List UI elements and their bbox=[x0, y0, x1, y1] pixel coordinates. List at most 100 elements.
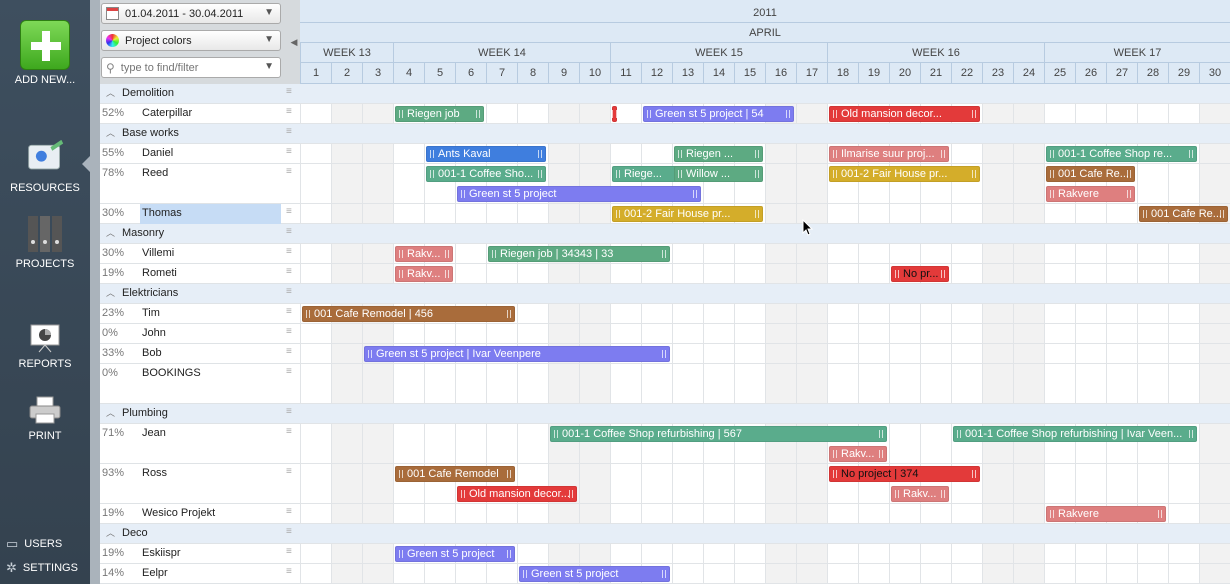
booking-bar[interactable]: Ilmarise suur proj... bbox=[829, 146, 949, 162]
booking-bar[interactable]: 001-1 Coffee Shop refurbishing | 567 bbox=[550, 426, 887, 442]
booking-bar[interactable]: Riegen job | 34343 | 33 bbox=[488, 246, 670, 262]
booking-bar[interactable]: 001-1 Coffee Shop refurbishing | Ivar Ve… bbox=[953, 426, 1197, 442]
row-menu-icon[interactable]: ≡ bbox=[286, 206, 292, 217]
row-menu-icon[interactable]: ≡ bbox=[286, 306, 292, 317]
collapse-chevron-icon[interactable]: ︿ bbox=[106, 126, 115, 139]
day-header: 5 bbox=[424, 63, 455, 83]
group-band bbox=[300, 404, 1230, 424]
row-menu-icon[interactable]: ≡ bbox=[286, 466, 292, 477]
collapse-chevron-icon[interactable]: ︿ bbox=[106, 286, 115, 299]
row-menu-icon[interactable]: ≡ bbox=[286, 326, 292, 337]
day-row: 1 2 3 4 5 6 7 8 9 10 11 12 13 14 15 16 17 18 19 20 21 22 23 24 2… bbox=[300, 63, 1230, 84]
add-new-button[interactable]: ADD NEW... bbox=[0, 20, 90, 86]
calendar-icon bbox=[106, 7, 119, 20]
booking-bar[interactable]: Rakv... bbox=[829, 446, 887, 462]
group-band bbox=[300, 224, 1230, 244]
booking-bar[interactable]: No pr... bbox=[891, 266, 949, 282]
row-separator bbox=[300, 363, 1230, 364]
nav-settings[interactable]: ✲ SETTINGS bbox=[6, 560, 78, 576]
booking-bar[interactable]: Old mansion decor... bbox=[829, 106, 980, 122]
booking-bar[interactable]: 001-1 Coffee Shop re... bbox=[1046, 146, 1197, 162]
booking-bar[interactable]: 001-2 Fair House pr... bbox=[829, 166, 980, 182]
row-menu-icon[interactable]: ≡ bbox=[286, 346, 292, 357]
row-menu-icon[interactable]: ≡ bbox=[286, 126, 292, 137]
booking-bar[interactable]: Rakvere bbox=[1046, 186, 1135, 202]
booking-bar[interactable]: Riegen ... bbox=[674, 146, 763, 162]
row-menu-icon[interactable]: ≡ bbox=[286, 106, 292, 117]
week-header: WEEK 17 bbox=[1044, 43, 1230, 63]
booking-bar[interactable]: Riegen job bbox=[395, 106, 484, 122]
filter-input[interactable] bbox=[120, 61, 261, 74]
booking-bar[interactable]: Rakvere bbox=[1046, 506, 1166, 522]
row-menu-icon[interactable]: ≡ bbox=[286, 226, 292, 237]
day-column bbox=[796, 84, 827, 584]
nav-print[interactable]: PRINT bbox=[0, 394, 90, 442]
row-menu-icon[interactable]: ≡ bbox=[286, 266, 292, 277]
day-header: 7 bbox=[486, 63, 517, 83]
booking-bar[interactable]: 001 Cafe Remodel | 456 bbox=[302, 306, 515, 322]
booking-bar[interactable]: Green st 5 project | 54 bbox=[643, 106, 794, 122]
booking-bar[interactable]: Green st 5 project bbox=[457, 186, 701, 202]
booking-bar[interactable]: Rakv... bbox=[395, 246, 453, 262]
row-menu-icon[interactable]: ≡ bbox=[286, 366, 292, 377]
booking-bar[interactable]: Rakv... bbox=[395, 266, 453, 282]
row-menu-icon[interactable]: ≡ bbox=[286, 406, 292, 417]
date-range-dropdown[interactable]: 01.04.2011 - 30.04.2011 ▼ bbox=[101, 3, 281, 24]
row-menu-icon[interactable]: ≡ bbox=[286, 566, 292, 577]
resource-name: BOOKINGS bbox=[142, 367, 201, 379]
row-menu-icon[interactable]: ≡ bbox=[286, 86, 292, 97]
day-header: 16 bbox=[765, 63, 796, 83]
row-menu-icon[interactable]: ≡ bbox=[286, 246, 292, 257]
booking-bar[interactable]: 001-1 Coffee Sho... bbox=[426, 166, 546, 182]
utilization-percent: 33% bbox=[102, 347, 125, 359]
day-header: 2 bbox=[331, 63, 362, 83]
day-header: 6 bbox=[455, 63, 486, 83]
booking-bar[interactable] bbox=[612, 106, 617, 122]
row-menu-icon[interactable]: ≡ bbox=[286, 286, 292, 297]
nav-users[interactable]: ▭ USERS bbox=[6, 536, 62, 552]
utilization-percent: 93% bbox=[102, 467, 125, 479]
plus-icon bbox=[20, 20, 70, 70]
collapse-chevron-icon[interactable]: ︿ bbox=[106, 406, 115, 419]
booking-bar[interactable]: Rakv... bbox=[891, 486, 949, 502]
group-band bbox=[300, 284, 1230, 304]
resource-name: Thomas bbox=[142, 207, 182, 219]
booking-bar[interactable]: No project | 374 bbox=[829, 466, 980, 482]
schedule-grid: ︿ Demolition ≡ 52% Caterpillar ≡ ︿ Base works ≡ 5… bbox=[100, 84, 1230, 584]
filter-field[interactable]: ⚲ ▼ bbox=[101, 57, 281, 78]
collapse-chevron-icon[interactable]: ︿ bbox=[106, 226, 115, 239]
row-menu-icon[interactable]: ≡ bbox=[286, 506, 292, 517]
nav-projects[interactable]: PROJECTS bbox=[0, 214, 90, 270]
day-header: 14 bbox=[703, 63, 734, 83]
color-wheel-icon bbox=[106, 34, 119, 47]
month-label: APRIL bbox=[300, 23, 1230, 43]
booking-bar[interactable]: 001-2 Fair House pr... bbox=[612, 206, 763, 222]
booking-bar[interactable]: Green st 5 project bbox=[519, 566, 670, 582]
timeline-grid[interactable]: Riegen job Green st 5 project | 54 Old man… bbox=[300, 84, 1230, 584]
row-menu-icon[interactable]: ≡ bbox=[286, 526, 292, 537]
booking-bar[interactable]: Green st 5 project | Ivar Veenpere bbox=[364, 346, 670, 362]
booking-bar[interactable]: Green st 5 project bbox=[395, 546, 515, 562]
day-header: 25 bbox=[1044, 63, 1075, 83]
collapse-panel-button[interactable]: ◀ bbox=[288, 0, 300, 84]
row-separator bbox=[300, 203, 1230, 204]
booking-bar[interactable]: Willow ... bbox=[674, 166, 763, 182]
booking-bar[interactable]: Old mansion decor... bbox=[457, 486, 577, 502]
nav-resources[interactable]: RESOURCES bbox=[0, 138, 90, 194]
booking-bar[interactable]: Ants Kaval bbox=[426, 146, 546, 162]
resource-name: Wesico Projekt bbox=[142, 507, 216, 519]
collapse-chevron-icon[interactable]: ︿ bbox=[106, 526, 115, 539]
booking-bar[interactable]: 001 Cafe Remodel bbox=[395, 466, 515, 482]
day-column bbox=[951, 84, 982, 584]
nav-reports[interactable]: REPORTS bbox=[0, 322, 90, 370]
booking-bar[interactable]: 001 Cafe Re... bbox=[1139, 206, 1228, 222]
color-mode-dropdown[interactable]: Project colors ▼ bbox=[101, 30, 281, 51]
day-header: 9 bbox=[548, 63, 579, 83]
row-menu-icon[interactable]: ≡ bbox=[286, 146, 292, 157]
row-menu-icon[interactable]: ≡ bbox=[286, 426, 292, 437]
booking-bar[interactable]: 001 Cafe Re... bbox=[1046, 166, 1135, 182]
row-menu-icon[interactable]: ≡ bbox=[286, 546, 292, 557]
users-label: USERS bbox=[24, 538, 63, 550]
row-menu-icon[interactable]: ≡ bbox=[286, 166, 292, 177]
collapse-chevron-icon[interactable]: ︿ bbox=[106, 86, 115, 99]
